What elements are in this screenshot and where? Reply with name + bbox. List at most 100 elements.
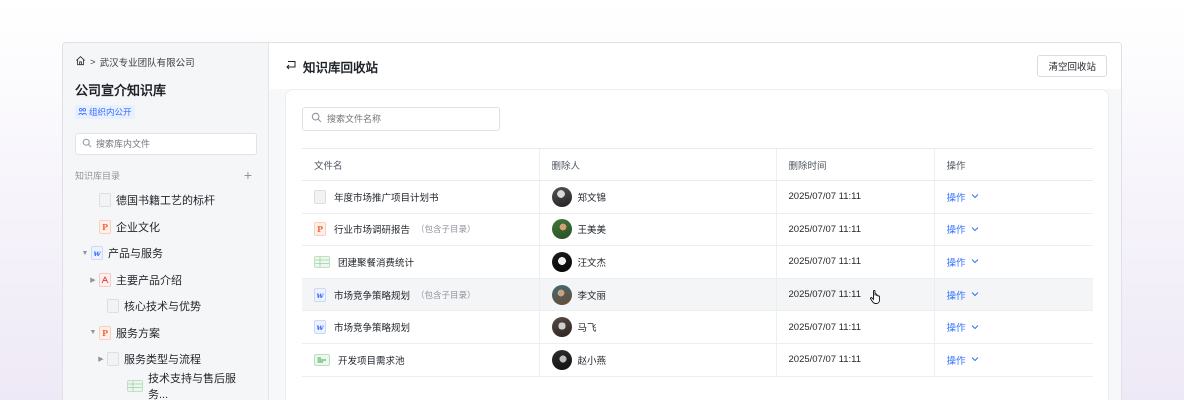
table-row[interactable]: P 行业市场调研报告 （包含子目录） 王美美 2025/07/07 11:11 操作 — [302, 213, 1094, 247]
deleter-name: 汪文杰 — [577, 257, 607, 269]
tree-item[interactable]: ▶ 主要产品介绍 — [75, 267, 256, 294]
tree-item-label: 产品与服务 — [108, 248, 163, 261]
recycle-bin-main: 知识库回收站 清空回收站 文件名 删除人 删除时间 操作 — [269, 43, 1121, 400]
doc-icon — [107, 299, 119, 314]
deleter-cell: 汪文杰 — [538, 245, 776, 279]
tree-item[interactable]: 技术支持与售后服务... — [75, 373, 256, 400]
action-dropdown[interactable]: 操作 — [947, 353, 1094, 367]
table-header-row: 文件名 删除人 删除时间 操作 — [302, 148, 1093, 181]
page-title-text: 知识库回收站 — [303, 60, 379, 75]
tree-item-label: 主要产品介绍 — [116, 274, 182, 287]
file-name: 开发项目需求池 — [338, 355, 405, 367]
add-icon[interactable]: + — [244, 168, 252, 182]
tree-item-label: 服务类型与流程 — [124, 354, 201, 367]
deleter-cell: 王美美 — [538, 213, 776, 247]
includes-subdirectory-tag: （包含子目录） — [416, 224, 476, 235]
tree-item-label: 服务方案 — [116, 327, 160, 340]
chevron-down-icon — [971, 257, 979, 266]
tree-item-label: 企业文化 — [116, 221, 160, 234]
deleter-cell: 李文丽 — [538, 278, 776, 312]
action-cell: 操作 — [933, 278, 1094, 312]
file-name: 年度市场推广项目计划书 — [334, 192, 439, 204]
tree-item[interactable]: 核心技术与优势 — [75, 293, 256, 320]
action-label: 操作 — [946, 225, 966, 237]
tree-item[interactable]: ▼ P 服务方案 — [75, 320, 256, 347]
chevron-down-icon — [971, 355, 979, 364]
deleted-time: 2025/07/07 11:11 — [775, 278, 934, 312]
table-row[interactable]: w 市场竞争策略规划 （包含子目录） 李文丽 2025/07/07 11:11 操作 — [302, 278, 1094, 312]
sheet-icon — [314, 255, 330, 268]
clear-recycle-bin-button[interactable]: 清空回收站 — [1037, 55, 1107, 77]
file-name: 市场竞争策略规划 — [334, 290, 411, 302]
sidebar-search[interactable] — [75, 133, 257, 155]
column-header-time: 删除时间 — [775, 148, 934, 181]
file-search-input[interactable] — [327, 114, 497, 124]
chevron-down-icon — [971, 192, 979, 201]
tree-header: 知识库目录 + — [75, 168, 256, 182]
doc-icon — [99, 193, 111, 208]
table-row[interactable]: 开发项目需求池 赵小燕 2025/07/07 11:11 操作 — [302, 343, 1094, 377]
sidebar-search-input[interactable] — [96, 139, 246, 149]
page-title: 知识库回收站 — [285, 57, 378, 76]
home-icon[interactable] — [75, 55, 86, 69]
search-icon — [82, 137, 92, 151]
avatar — [551, 186, 572, 207]
tree-item[interactable]: ▶ 服务类型与流程 — [75, 346, 256, 373]
deleted-files-table: 文件名 删除人 删除时间 操作 年度市场推广项目计划书 郑文锦 2025/07/07… — [302, 148, 1093, 377]
sidebar: > 武汉专业团队有限公司 公司宣介知识库 组织内公开 知识库目录 + 德国书籍工… — [63, 43, 269, 400]
caret-right-icon[interactable]: ▶ — [95, 355, 107, 363]
tree-item[interactable]: P 企业文化 — [75, 214, 256, 241]
sheet-icon — [126, 379, 143, 392]
avatar — [551, 251, 572, 272]
action-dropdown[interactable]: 操作 — [947, 190, 1094, 204]
action-dropdown[interactable]: 操作 — [947, 288, 1094, 302]
file-name: 团建聚餐消费统计 — [338, 257, 415, 269]
action-cell: 操作 — [933, 245, 1094, 279]
file-search[interactable] — [302, 107, 500, 131]
action-cell: 操作 — [933, 310, 1094, 344]
tree-item-label: 德国书籍工艺的标杆 — [116, 195, 215, 208]
deleter-name: 郑文锦 — [577, 192, 607, 204]
deleter-name: 李文丽 — [577, 290, 607, 302]
chevron-down-icon — [971, 290, 979, 299]
table-row[interactable]: 年度市场推广项目计划书 郑文锦 2025/07/07 11:11 操作 — [302, 180, 1094, 214]
tree-item[interactable]: ▼ w 产品与服务 — [75, 240, 256, 267]
chevron-down-icon — [971, 323, 979, 332]
file-name-cell: 团建聚餐消费统计 — [302, 245, 539, 279]
file-name-cell: P 行业市场调研报告 （包含子目录） — [302, 213, 539, 247]
file-name-cell: w 市场竞争策略规划 （包含子目录） — [302, 278, 539, 312]
deleted-time: 2025/07/07 11:11 — [775, 310, 934, 344]
caret-down-icon[interactable]: ▼ — [87, 329, 99, 336]
tree-item-label: 技术支持与售后服务... — [147, 372, 236, 400]
column-header-deleter: 删除人 — [538, 148, 776, 181]
table-row[interactable]: 团建聚餐消费统计 汪文杰 2025/07/07 11:11 操作 — [302, 245, 1094, 279]
avatar — [551, 219, 572, 240]
knowledge-base-title: 公司宣介知识库 — [75, 83, 167, 98]
deleter-name: 马飞 — [577, 323, 597, 335]
file-name-cell: 年度市场推广项目计划书 — [302, 180, 539, 214]
breadcrumb-org[interactable]: 武汉专业团队有限公司 — [100, 55, 195, 69]
action-label: 操作 — [946, 290, 966, 302]
action-dropdown[interactable]: 操作 — [947, 222, 1094, 236]
table-row[interactable]: w 市场竞争策略规划 马飞 2025/07/07 11:11 操作 — [302, 310, 1094, 344]
tree-item[interactable]: 德国书籍工艺的标杆 — [75, 187, 256, 214]
pdf-icon — [99, 272, 111, 287]
hand-cursor-icon — [870, 290, 880, 304]
breadcrumb: > 武汉专业团队有限公司 — [75, 55, 256, 69]
action-cell: 操作 — [933, 343, 1094, 377]
search-icon — [311, 110, 322, 128]
caret-down-icon[interactable]: ▼ — [79, 250, 91, 257]
action-label: 操作 — [946, 257, 966, 269]
action-dropdown[interactable]: 操作 — [947, 320, 1094, 334]
caret-right-icon[interactable]: ▶ — [87, 276, 99, 284]
deleter-cell: 马飞 — [538, 310, 776, 344]
ppt-icon: P — [99, 325, 111, 340]
visibility-badge: 组织内公开 — [75, 105, 135, 119]
word-icon: w — [314, 320, 326, 335]
back-icon[interactable] — [285, 59, 297, 73]
file-name-cell: w 市场竞争策略规划 — [302, 310, 539, 344]
visibility-label: 组织内公开 — [89, 107, 132, 117]
action-label: 操作 — [946, 355, 966, 367]
action-dropdown[interactable]: 操作 — [947, 255, 1094, 269]
deleter-name: 王美美 — [577, 225, 607, 237]
